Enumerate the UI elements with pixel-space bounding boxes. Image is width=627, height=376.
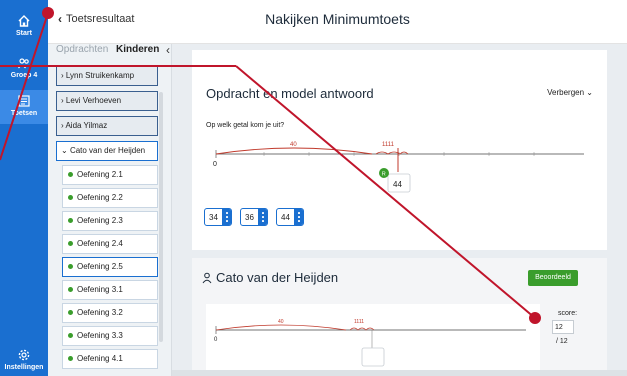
child-item-expanded[interactable]: ⌄ Cato van der Heijden <box>56 141 158 161</box>
exercise-item[interactable]: Oefening 3.3 <box>62 326 158 346</box>
exercise-item[interactable]: Oefening 2.3 <box>62 211 158 231</box>
jump-arc <box>215 147 373 155</box>
score-input[interactable]: 12 <box>552 320 574 334</box>
status-dot <box>68 264 73 270</box>
page-title: Nakijken Minimumtoets <box>265 11 410 27</box>
exercise-label: Oefening 3.1 <box>77 285 123 294</box>
exercise-item[interactable]: Oefening 2.4 <box>62 234 158 254</box>
status-dot <box>68 241 73 247</box>
collapse-sidebar-icon[interactable]: ‹ <box>166 43 170 57</box>
exercise-label: Oefening 3.2 <box>77 308 123 317</box>
group-icon <box>18 58 29 69</box>
student-answer-box <box>361 347 385 367</box>
question-text: Op welk getal kom je uit? <box>206 122 285 129</box>
choice-value: 36 <box>245 213 254 222</box>
student-jump-label: 40 <box>278 319 284 325</box>
tally-label: 1111 <box>382 142 395 148</box>
drag-handle-icon <box>294 209 303 225</box>
child-name: Aida Yilmaz <box>65 121 108 130</box>
status-dot <box>68 172 73 178</box>
hide-label: Verbergen <box>547 88 585 97</box>
hide-button[interactable]: Verbergen ⌄ <box>547 88 593 97</box>
main-content: Opdracht en model antwoord Verbergen ⌄ O… <box>172 44 627 376</box>
status-dot <box>68 356 73 362</box>
gear-icon <box>18 349 30 361</box>
choice-value: 34 <box>209 213 218 222</box>
horizontal-scrollbar[interactable] <box>172 370 627 376</box>
exercise-item[interactable]: Oefening 2.2 <box>62 188 158 208</box>
exercise-label: Oefening 2.2 <box>77 193 123 202</box>
drag-handle-icon <box>222 209 231 225</box>
marker-letter: R <box>382 172 386 178</box>
rail-item-start[interactable]: Start <box>0 14 48 37</box>
status-dot <box>68 310 73 316</box>
sidebar: Opdrachten Kinderen ‹ › Lynn Struikenkam… <box>48 43 172 376</box>
student-start-label: 0 <box>214 337 218 343</box>
child-name: Levi Verhoeven <box>65 96 122 105</box>
number-line-student: 40 1111 0 <box>214 319 526 367</box>
choice-card[interactable]: 34 <box>204 208 232 226</box>
exercise-label: Oefening 2.1 <box>77 170 123 179</box>
rail-label-group: Groep 4 <box>10 72 38 79</box>
nav-rail: Start Groep 4 Toetsen Instellingen <box>0 0 48 376</box>
child-item[interactable]: › Lynn Struikenkamp <box>56 66 158 86</box>
status-dot <box>68 218 73 224</box>
drag-handle-icon <box>258 209 267 225</box>
choice-card[interactable]: 44 <box>276 208 304 226</box>
exercise-label: Oefening 2.3 <box>77 216 123 225</box>
status-dot <box>68 333 73 339</box>
exercise-item[interactable]: Oefening 3.2 <box>62 303 158 323</box>
student-work-area: 40 1111 0 <box>206 304 540 376</box>
status-dot <box>68 287 73 293</box>
student-heading: Cato van der Heijden <box>202 270 338 285</box>
app-window: Start Groep 4 Toetsen Instellingen ‹ Toe… <box>0 0 627 376</box>
tab-opdrachten[interactable]: Opdrachten <box>56 44 108 55</box>
number-line-model: 40 1111 0 44 R <box>213 142 584 193</box>
rail-item-settings[interactable]: Instellingen <box>0 348 48 371</box>
exercise-item[interactable]: Oefening 2.1 <box>62 165 158 185</box>
top-bar: ‹ Toetsresultaat Nakijken Minimumtoets <box>48 0 627 44</box>
child-name: Cato van der Heijden <box>69 146 146 155</box>
exercise-item[interactable]: Oefening 3.1 <box>62 280 158 300</box>
exercise-label: Oefening 3.3 <box>77 331 123 340</box>
rail-label-settings: Instellingen <box>4 364 44 371</box>
exercise-label: Oefening 4.1 <box>77 354 123 363</box>
rail-label-tests: Toetsen <box>10 110 38 117</box>
rail-item-group[interactable]: Groep 4 <box>0 56 48 79</box>
rail-item-tests[interactable]: Toetsen <box>0 90 48 124</box>
score-label: score: <box>558 310 578 317</box>
student-tally: 1111 <box>354 319 364 325</box>
status-dot <box>68 195 73 201</box>
sidebar-scrollbar[interactable] <box>159 92 163 342</box>
answer-choices: 34 36 44 <box>204 208 304 226</box>
child-name: Lynn Struikenkamp <box>65 71 135 80</box>
jump-label: 40 <box>290 142 297 148</box>
student-answer-card: Cato van der Heijden Beoordeeld 40 1111 … <box>192 258 607 376</box>
student-jump-arc <box>215 324 347 331</box>
exercise-label: Oefening 2.4 <box>77 239 123 248</box>
student-name: Cato van der Heijden <box>216 270 339 285</box>
child-item[interactable]: › Aida Yilmaz <box>56 116 158 136</box>
choice-value: 44 <box>281 213 290 222</box>
card-title: Opdracht en model antwoord <box>206 86 374 101</box>
person-icon <box>202 272 212 283</box>
exercise-item-selected[interactable]: Oefening 2.5 <box>62 257 158 277</box>
exercise-label: Oefening 2.5 <box>77 262 123 271</box>
exercise-item[interactable]: Oefening 4.1 <box>62 349 158 369</box>
tab-kinderen[interactable]: Kinderen <box>116 44 159 55</box>
status-badge: Beoordeeld <box>528 270 578 286</box>
chevron-down-icon: ⌄ <box>586 88 593 97</box>
start-label: 0 <box>213 161 217 168</box>
child-item[interactable]: › Levi Verhoeven <box>56 91 158 111</box>
choice-card[interactable]: 36 <box>240 208 268 226</box>
sidebar-tabs: Opdrachten Kinderen ‹ <box>56 43 172 64</box>
home-icon <box>18 15 30 27</box>
score-max: / 12 <box>556 338 568 345</box>
model-answer-card: Opdracht en model antwoord Verbergen ⌄ O… <box>192 50 607 250</box>
answer-value: 44 <box>393 180 402 189</box>
tests-icon <box>18 95 30 107</box>
rail-label-start: Start <box>16 30 32 37</box>
